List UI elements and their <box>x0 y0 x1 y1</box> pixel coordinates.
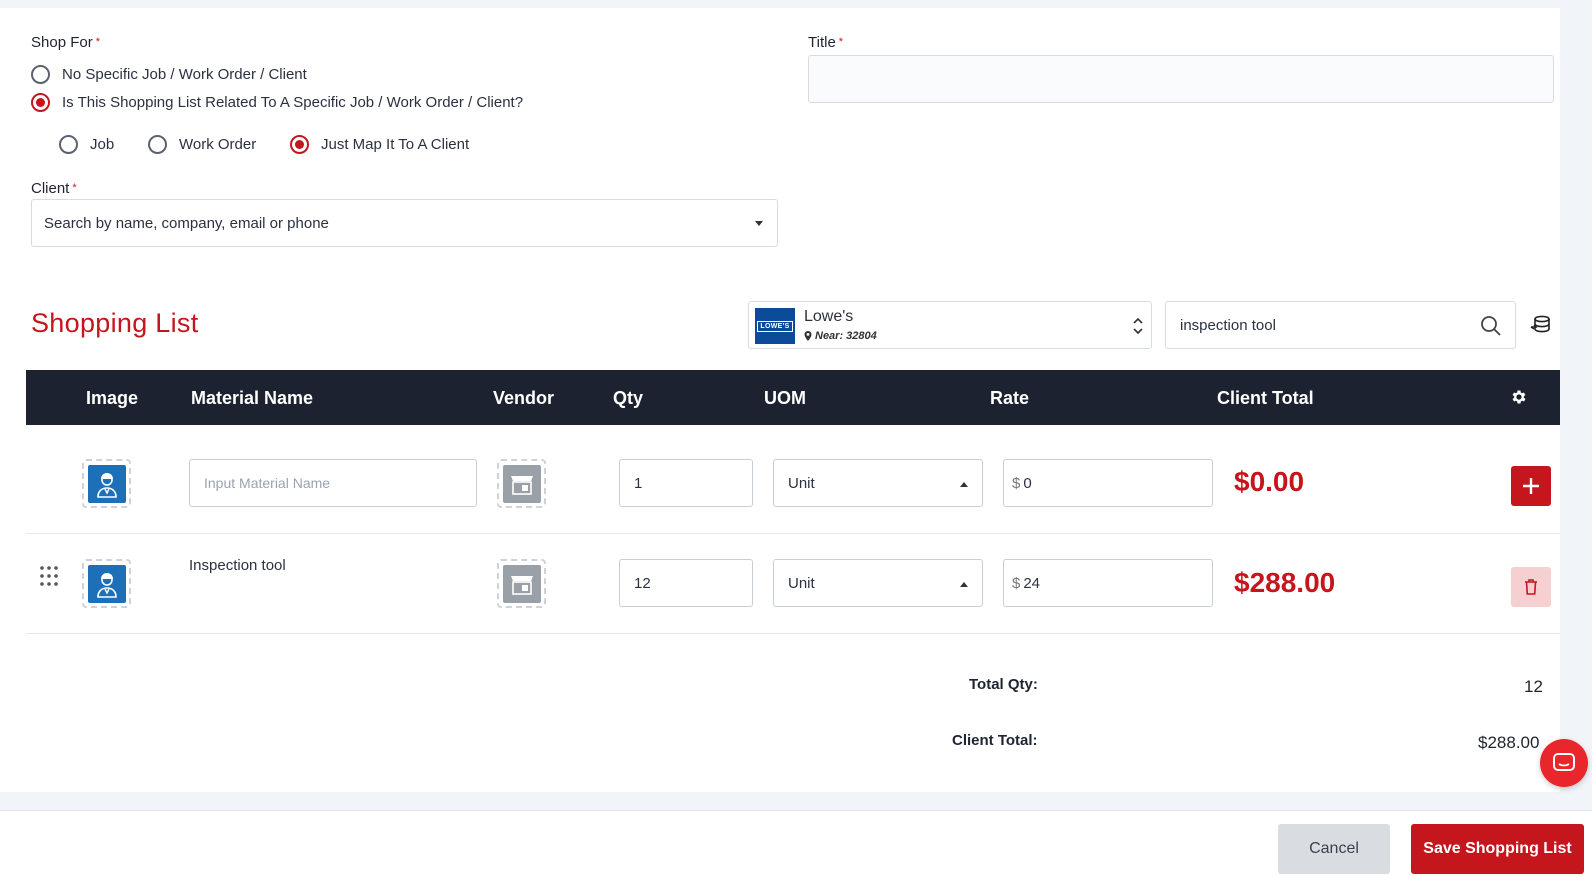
table-header: Image Material Name Vendor Qty UOM Rate … <box>26 370 1560 425</box>
row-uom-select[interactable]: Unit <box>773 559 983 607</box>
chevron-down-icon <box>755 221 763 226</box>
radio-map-client[interactable]: Just Map It To A Client <box>290 135 469 154</box>
search-icon[interactable] <box>1479 314 1503 338</box>
client-total-value: $288.00 <box>1478 733 1540 752</box>
radio-job[interactable]: Job <box>59 135 114 154</box>
shop-for-label: Shop For * <box>31 34 100 51</box>
store-icon <box>502 464 541 503</box>
radio-work-order[interactable]: Work Order <box>148 135 256 154</box>
title-label: Title * <box>808 34 844 51</box>
col-uom: UOM <box>764 388 806 408</box>
worker-avatar-icon <box>87 564 126 603</box>
row-divider <box>26 633 1560 634</box>
caret-up-icon <box>960 482 968 487</box>
new-row-vendor-slot[interactable] <box>497 459 546 508</box>
caret-up-icon <box>960 582 968 587</box>
col-material-name: Material Name <box>191 388 314 408</box>
radio-circle[interactable] <box>31 65 50 84</box>
radio-no-specific[interactable]: No Specific Job / Work Order / Client <box>31 65 307 84</box>
cancel-button[interactable]: Cancel <box>1278 824 1390 874</box>
row-material-name: Inspection tool <box>189 557 286 574</box>
new-qty-input[interactable]: 1 <box>619 459 753 507</box>
row-qty-input[interactable]: 12 <box>619 559 753 607</box>
col-vendor: Vendor <box>493 388 555 408</box>
store-icon <box>502 564 541 603</box>
worker-avatar-icon <box>87 464 126 503</box>
col-image: Image <box>86 388 139 408</box>
client-label: Client * <box>31 180 77 197</box>
total-qty-label: Total Qty: <box>969 676 1038 693</box>
gear-icon[interactable] <box>1510 388 1528 406</box>
location-pin-icon <box>804 331 812 341</box>
row-vendor-slot[interactable] <box>497 559 546 608</box>
database-sync-icon[interactable] <box>1530 314 1552 336</box>
vendor-name: Lowe's <box>804 308 854 325</box>
vendor-select[interactable]: LOWE'S Lowe's Near: 32804 <box>748 301 1152 349</box>
radio-circle[interactable] <box>148 135 167 154</box>
radio-circle-selected[interactable] <box>31 93 50 112</box>
add-material-button[interactable] <box>1511 466 1551 506</box>
material-search-input[interactable]: inspection tool <box>1165 301 1516 349</box>
col-rate: Rate <box>990 388 1030 408</box>
col-client-total: Client Total <box>1217 388 1314 408</box>
shopping-list-title: Shopping List <box>31 308 199 338</box>
radio-related-specific[interactable]: Is This Shopping List Related To A Speci… <box>31 93 523 112</box>
row-total: $288.00 <box>1234 567 1336 598</box>
client-search-select[interactable]: Search by name, company, email or phone <box>31 199 778 247</box>
updown-chevron-icon <box>1133 317 1143 335</box>
trash-icon <box>1525 579 1537 595</box>
new-material-name-input[interactable]: Input Material Name <box>189 459 477 507</box>
title-input[interactable] <box>808 55 1554 103</box>
save-shopping-list-button[interactable]: Save Shopping List <box>1411 824 1584 874</box>
drag-handle-icon[interactable] <box>39 565 59 587</box>
chat-support-button[interactable] <box>1540 739 1588 787</box>
new-row-total: $0.00 <box>1234 466 1305 497</box>
chat-icon <box>1553 753 1575 771</box>
col-qty: Qty <box>613 388 644 408</box>
total-qty-value: 12 <box>1524 677 1543 696</box>
new-rate-input[interactable]: $0 <box>1003 459 1213 507</box>
row-divider <box>26 533 1560 534</box>
radio-circle[interactable] <box>59 135 78 154</box>
new-row-image-slot[interactable] <box>82 459 131 508</box>
client-total-label: Client Total: <box>952 732 1038 749</box>
row-image-slot[interactable] <box>82 559 131 608</box>
delete-row-button[interactable] <box>1511 567 1551 607</box>
vendor-near: Near: 32804 <box>804 330 877 342</box>
new-uom-select[interactable]: Unit <box>773 459 983 507</box>
plus-icon <box>1523 478 1539 494</box>
row-rate-input[interactable]: $24 <box>1003 559 1213 607</box>
lowes-logo: LOWE'S <box>755 308 795 344</box>
radio-circle-selected[interactable] <box>290 135 309 154</box>
